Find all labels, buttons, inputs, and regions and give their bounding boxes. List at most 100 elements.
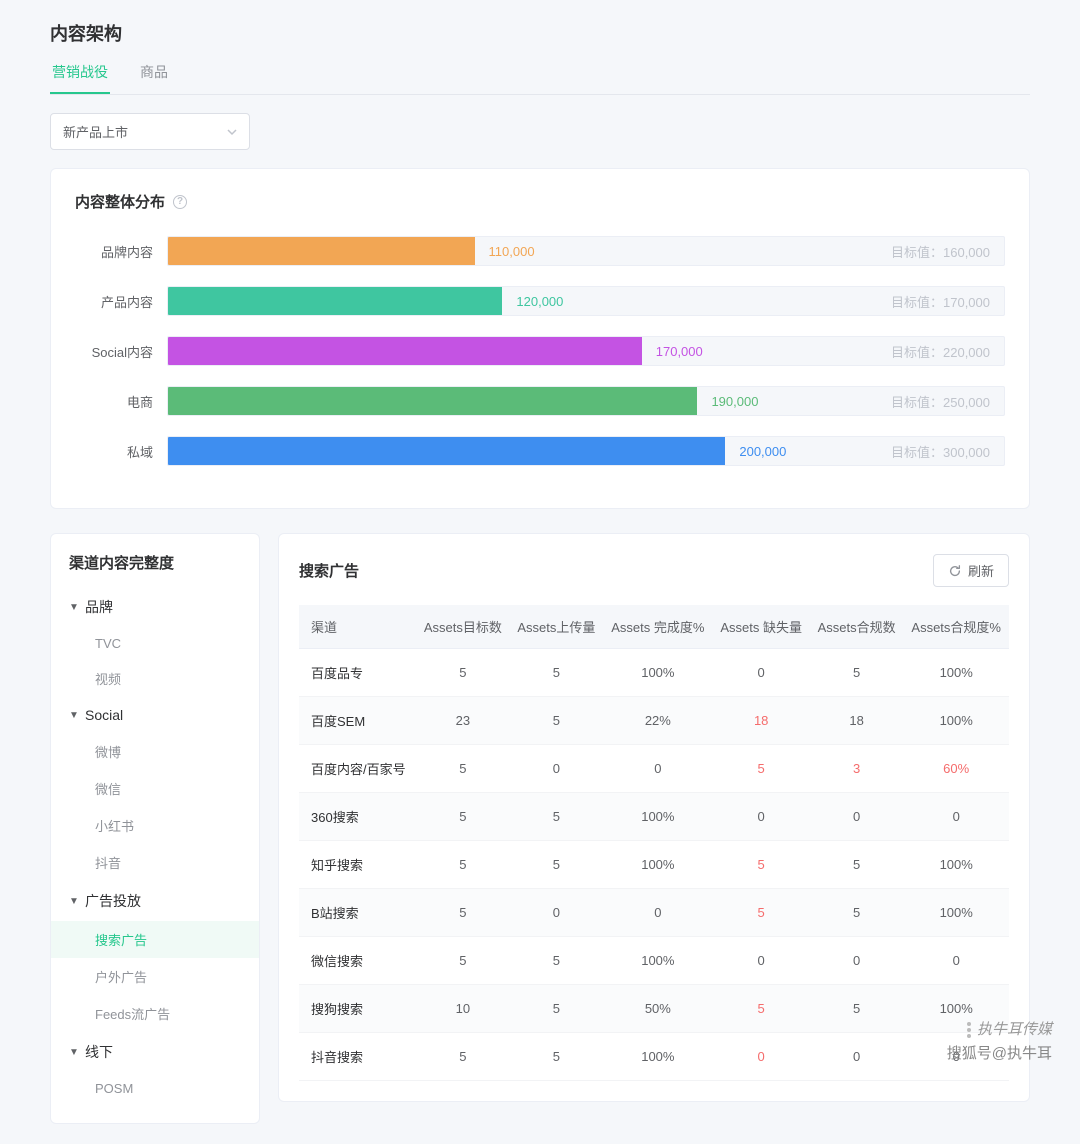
overview-bars: 品牌内容110,000目标值：160,000产品内容120,000目标值：170… [75, 236, 1005, 466]
bar-label: 电商 [75, 392, 167, 411]
tree-group[interactable]: ▼ 线下 [51, 1032, 259, 1072]
table-col-header: Assets 缺失量 [713, 605, 810, 649]
tree-leaf[interactable]: 户外广告 [51, 958, 259, 995]
refresh-icon [948, 564, 962, 578]
table-cell: 5 [810, 649, 904, 697]
tree-leaf[interactable]: Feeds流广告 [51, 995, 259, 1032]
table-row: 360搜索55100%000 [299, 793, 1009, 841]
table-cell: 5 [510, 841, 604, 889]
info-icon[interactable]: ? [173, 195, 187, 209]
bar-row: 品牌内容110,000目标值：160,000 [75, 236, 1005, 266]
table-cell: 5 [713, 985, 810, 1033]
table-cell: 5 [810, 841, 904, 889]
campaign-select-value: 新产品上市 [63, 122, 128, 141]
table-cell: 百度SEM [299, 697, 416, 745]
table-cell: 0 [903, 937, 1009, 985]
table-cell: 5 [510, 985, 604, 1033]
tree-group[interactable]: ▼品牌 [51, 587, 259, 627]
table-cell: 0 [903, 1033, 1009, 1081]
caret-down-icon: ▼ [69, 602, 79, 613]
tree-leaf[interactable]: 搜索广告 [51, 921, 259, 958]
table-cell: 100% [603, 1033, 712, 1081]
tree-leaf[interactable]: TVC [51, 627, 259, 660]
tree-leaf[interactable]: 微博 [51, 733, 259, 770]
bar-track: 170,000目标值：220,000 [167, 336, 1005, 366]
table-cell: 5 [510, 937, 604, 985]
table-cell: 5 [416, 937, 510, 985]
table-cell: 0 [713, 937, 810, 985]
table-col-header: Assets合规度% [903, 605, 1009, 649]
tree-group-label: 线下 [85, 1042, 113, 1062]
refresh-label: 刷新 [968, 561, 994, 580]
table-cell: 0 [810, 793, 904, 841]
bar-label: Social内容 [75, 342, 167, 361]
table-cell: 100% [603, 841, 712, 889]
caret-down-icon: ▼ [69, 1047, 79, 1058]
table-row: 百度SEM23522%1818100% [299, 697, 1009, 745]
bar-label: 品牌内容 [75, 242, 167, 261]
bar-fill [168, 287, 502, 315]
bar-value: 190,000 [711, 394, 758, 409]
table-cell: 5 [416, 889, 510, 937]
table-cell: 5 [510, 1033, 604, 1081]
bar-value: 110,000 [489, 244, 535, 259]
table-cell: 0 [603, 745, 712, 793]
table-cell: 0 [713, 793, 810, 841]
bar-row: 电商190,000目标值：250,000 [75, 386, 1005, 416]
table-cell: 5 [810, 985, 904, 1033]
table-cell: 百度品专 [299, 649, 416, 697]
table-cell: 5 [510, 649, 604, 697]
table-cell: 5 [510, 697, 604, 745]
table-cell: 0 [510, 745, 604, 793]
tree-leaf[interactable]: 微信 [51, 770, 259, 807]
table-cell: 0 [810, 1033, 904, 1081]
page-title: 内容架构 [50, 20, 1030, 46]
bar-row: Social内容170,000目标值：220,000 [75, 336, 1005, 366]
table-cell: 18 [713, 697, 810, 745]
sidebar-card: 渠道内容完整度 ▼品牌TVC视频▼Social微博微信小红书抖音▼广告投放搜索广… [50, 533, 260, 1124]
table-card: 搜索广告 刷新 渠道Assets目标数Assets上传量Assets 完成度%A… [278, 533, 1030, 1102]
table-body: 百度品专55100%05100%百度SEM23522%1818100%百度内容/… [299, 649, 1009, 1081]
bar-target: 目标值：300,000 [891, 442, 990, 461]
table-cell: B站搜索 [299, 889, 416, 937]
tree-group[interactable]: ▼Social [51, 697, 259, 733]
bar-fill [168, 387, 697, 415]
overview-title-row: 内容整体分布 ? [75, 191, 1005, 212]
tree-leaf[interactable]: 视频 [51, 660, 259, 697]
table-cell: 22% [603, 697, 712, 745]
table-cell: 10 [416, 985, 510, 1033]
bar-fill [168, 337, 642, 365]
table-col-header: Assets合规数 [810, 605, 904, 649]
bar-fill [168, 437, 725, 465]
tree-leaf[interactable]: 抖音 [51, 844, 259, 881]
tab-product[interactable]: 商品 [138, 62, 170, 94]
table-cell: 5 [810, 889, 904, 937]
bar-fill [168, 237, 475, 265]
bar-row: 私域200,000目标值：300,000 [75, 436, 1005, 466]
table-col-header: 渠道 [299, 605, 416, 649]
table-cell: 18 [810, 697, 904, 745]
table-row: B站搜索50055100% [299, 889, 1009, 937]
table-head-row: 渠道Assets目标数Assets上传量Assets 完成度%Assets 缺失… [299, 605, 1009, 649]
table-row: 知乎搜索55100%55100% [299, 841, 1009, 889]
tree-leaf[interactable]: POSM [51, 1072, 259, 1105]
table-cell: 0 [603, 889, 712, 937]
table-cell: 3 [810, 745, 904, 793]
campaign-select[interactable]: 新产品上市 [50, 113, 250, 150]
tree-group-label: 广告投放 [85, 891, 141, 911]
tabs: 营销战役 商品 [50, 62, 1030, 95]
table-cell: 5 [510, 793, 604, 841]
tree-group-label: Social [85, 707, 123, 723]
tab-campaign[interactable]: 营销战役 [50, 62, 110, 94]
table-row: 百度品专55100%05100% [299, 649, 1009, 697]
table-cell: 百度内容/百家号 [299, 745, 416, 793]
table-col-header: Assets目标数 [416, 605, 510, 649]
tree-leaf[interactable]: 小红书 [51, 807, 259, 844]
table-cell: 5 [416, 745, 510, 793]
tree-group[interactable]: ▼广告投放 [51, 881, 259, 921]
table-cell: 5 [713, 889, 810, 937]
table-cell: 50% [603, 985, 712, 1033]
refresh-button[interactable]: 刷新 [933, 554, 1009, 587]
bar-value: 200,000 [739, 444, 786, 459]
table-cell: 100% [903, 841, 1009, 889]
